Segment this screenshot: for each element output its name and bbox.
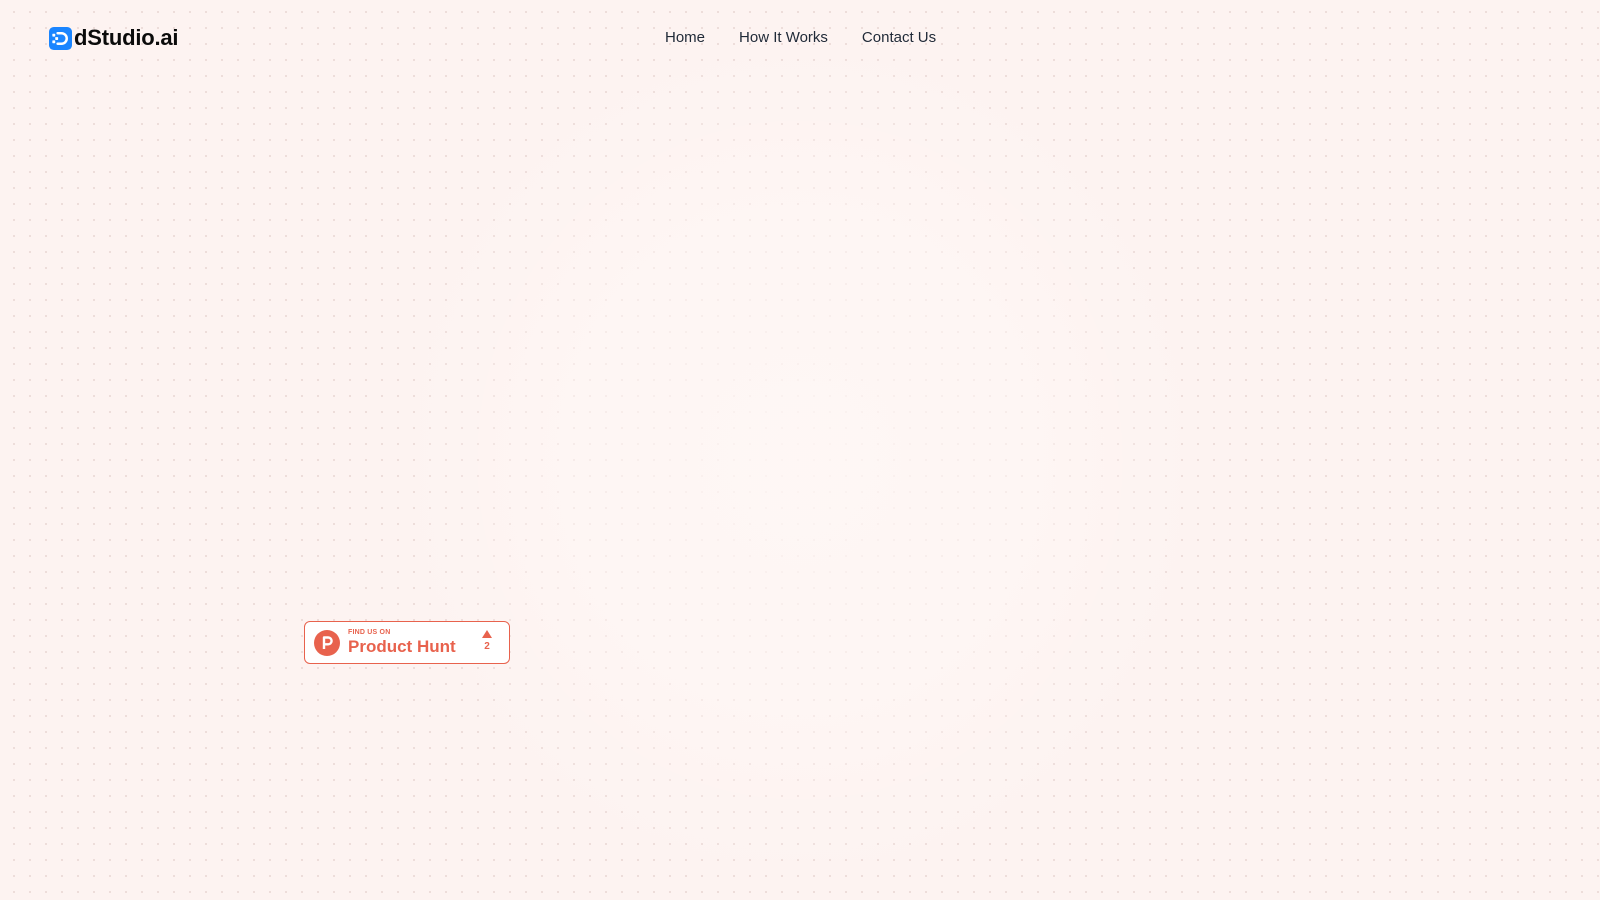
upvote-arrow-icon — [482, 630, 492, 638]
brand-logo-link[interactable]: dStudio.ai — [49, 24, 179, 52]
product-hunt-icon — [314, 629, 340, 656]
upvote-count: 2 — [484, 641, 490, 652]
nav-home-link[interactable]: Home — [665, 27, 705, 49]
brand-name: dStudio.ai — [74, 25, 179, 50]
product-hunt-badge[interactable]: FIND US ON Product Hunt 2 — [304, 621, 510, 664]
product-hunt-eyebrow: FIND US ON — [348, 629, 391, 636]
nav-contact-us-link[interactable]: Contact Us — [862, 27, 936, 49]
background-glow — [420, 60, 1180, 860]
product-hunt-upvotes: 2 — [482, 630, 492, 652]
product-hunt-title: Product Hunt — [348, 637, 456, 656]
nav-how-it-works-link[interactable]: How It Works — [739, 27, 828, 49]
product-hunt-text: FIND US ON Product Hunt — [348, 629, 456, 656]
site-header: dStudio.ai Home How It Works Contact Us — [0, 0, 1600, 76]
main-nav: Home How It Works Contact Us — [665, 27, 936, 49]
dstudio-logo-icon — [49, 26, 72, 50]
